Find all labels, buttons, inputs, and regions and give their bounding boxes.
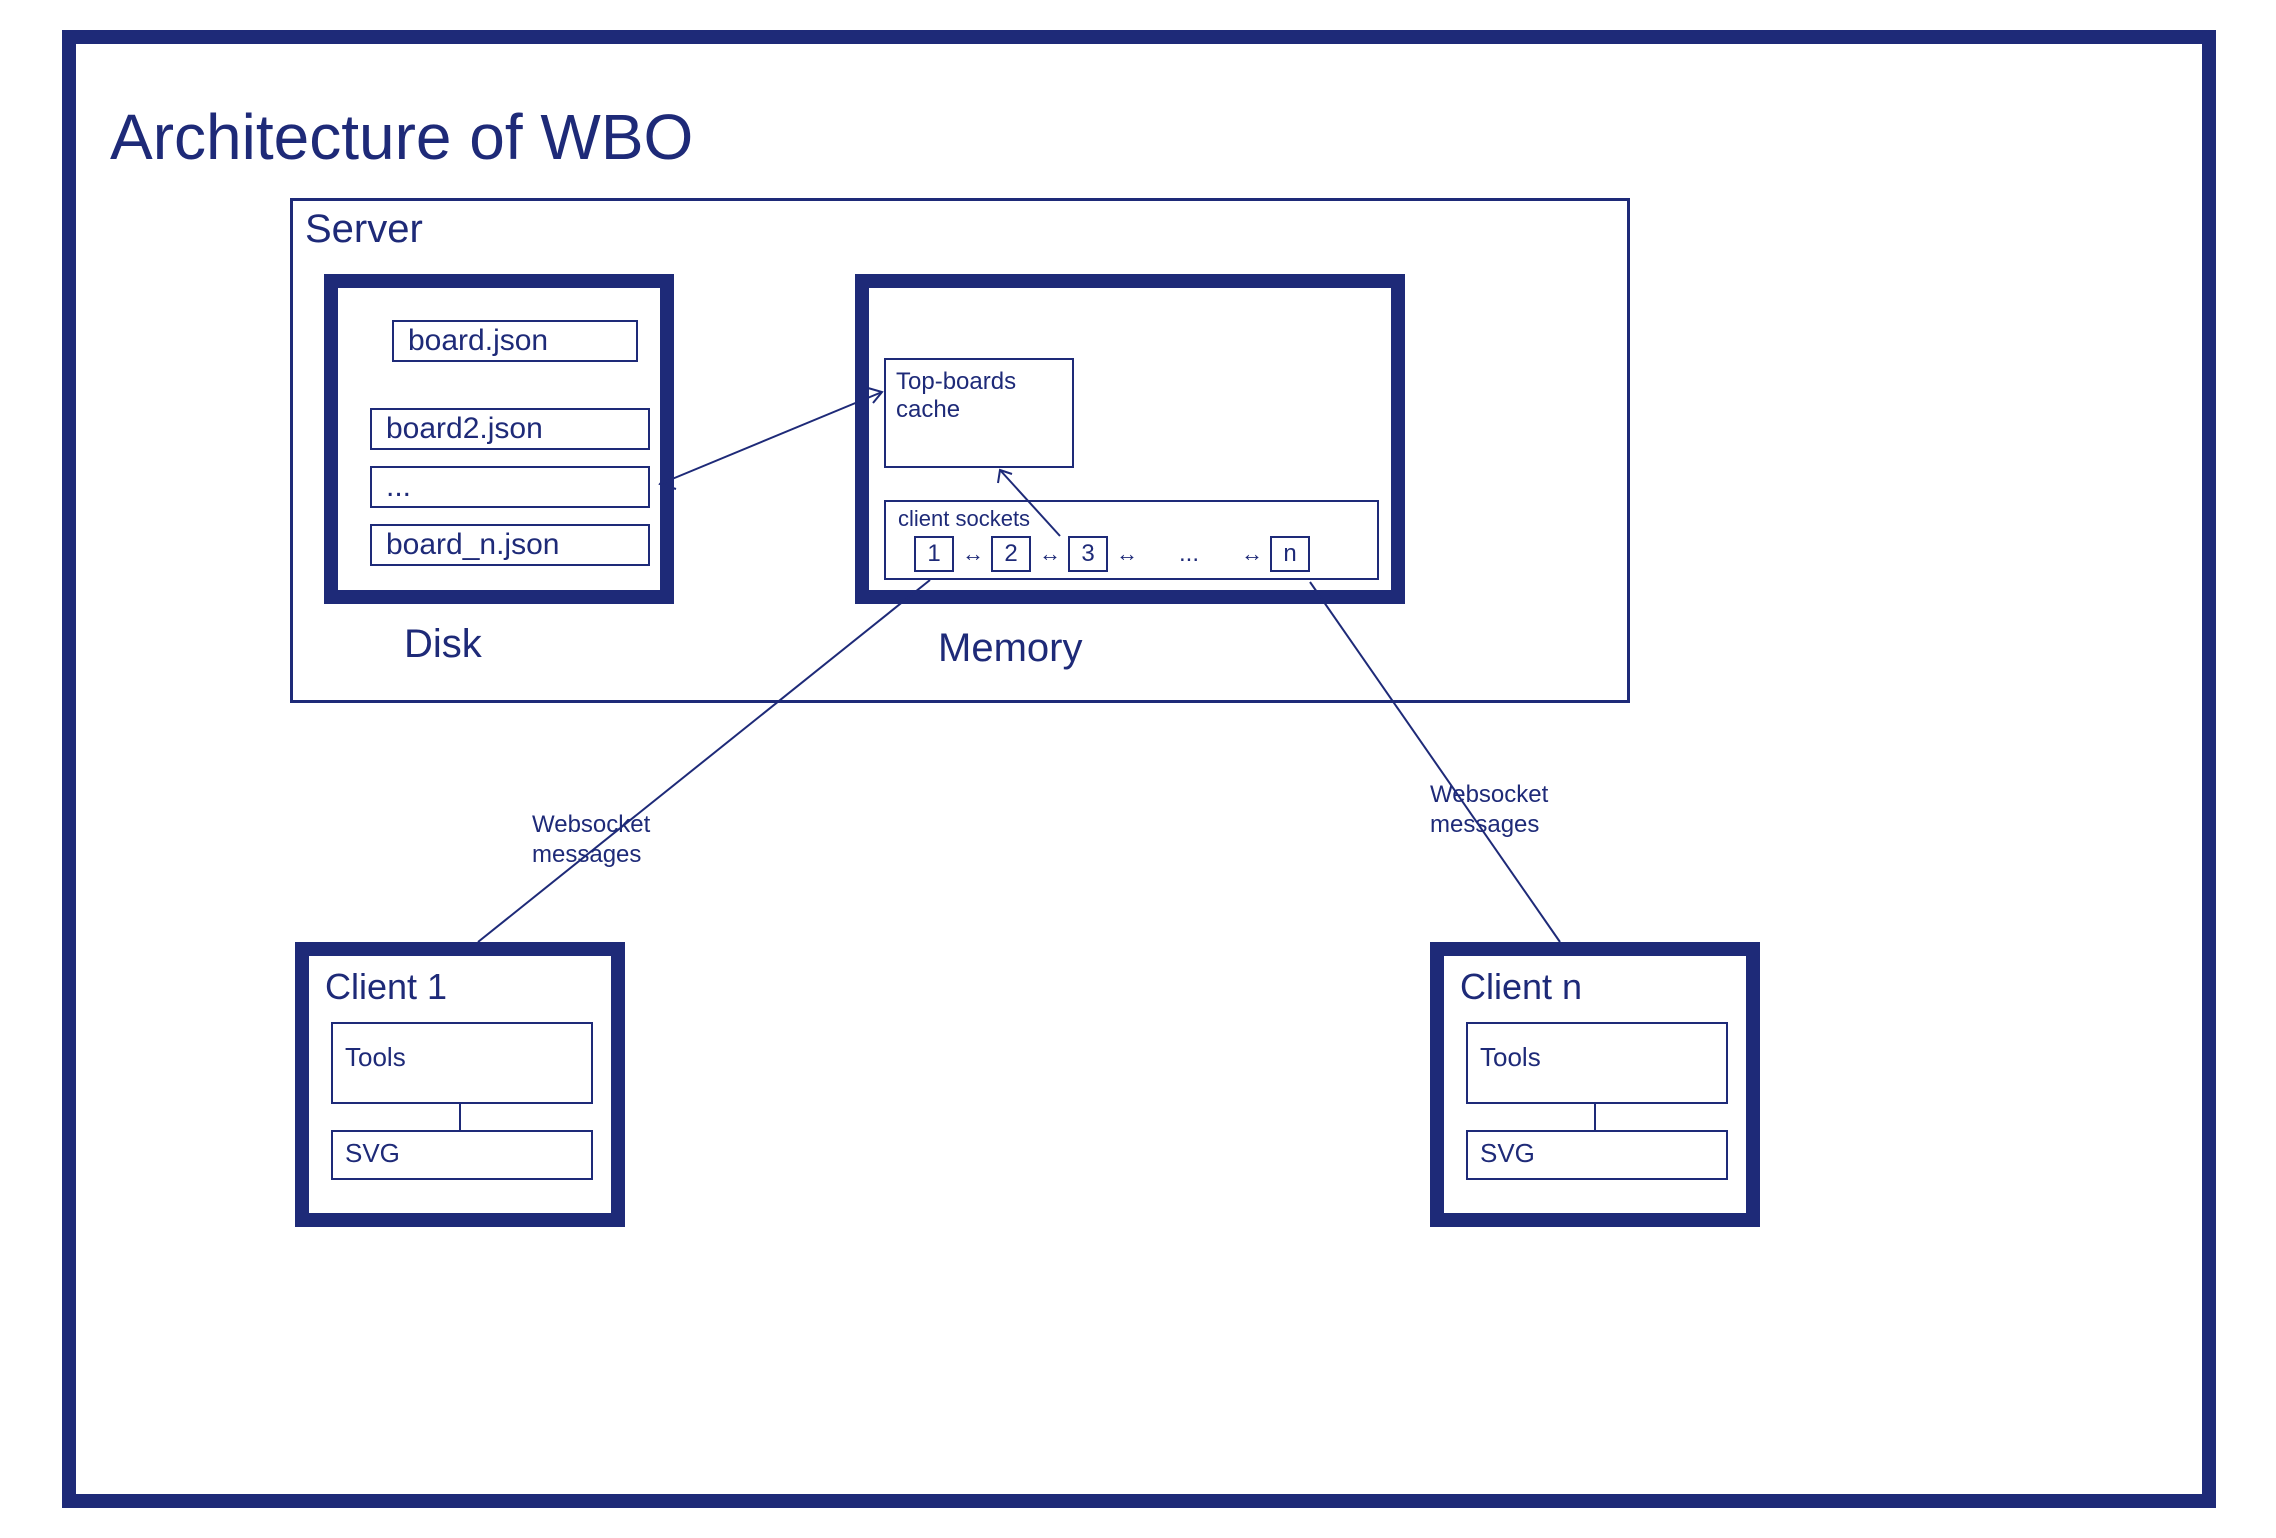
websocket-label-1: Websocketmessages	[532, 810, 650, 870]
memory-label: Memory	[938, 626, 1082, 671]
client-sockets-box: client sockets 1 ↔ 2 ↔ 3 ↔ ... ↔ n	[884, 500, 1379, 580]
client-n-title: Client n	[1460, 966, 1582, 1008]
disk-file-1: board2.json	[370, 408, 650, 450]
diagram-canvas: Architecture of WBO Server Disk board.js…	[0, 0, 2276, 1538]
bidi-arrow-icon: ↔	[1039, 541, 1060, 567]
socket-2: 2	[991, 536, 1031, 572]
bidi-arrow-icon: ↔	[962, 541, 983, 567]
bidi-arrow-icon: ↔	[1241, 541, 1262, 567]
disk-label: Disk	[404, 622, 482, 667]
disk-file-2: ...	[370, 466, 650, 508]
client-n-box: Client n Tools SVG	[1430, 942, 1760, 1227]
bidi-arrow-icon: ↔	[1116, 541, 1137, 567]
client-n-tools: Tools	[1466, 1022, 1728, 1104]
websocket-label-n: Websocketmessages	[1430, 780, 1548, 840]
client-1-title: Client 1	[325, 966, 447, 1008]
client-1-svg: SVG	[331, 1130, 593, 1180]
client-1-connector	[459, 1104, 461, 1130]
client-n-connector	[1594, 1104, 1596, 1130]
disk-file-0: board.json	[392, 320, 638, 362]
client-n-svg: SVG	[1466, 1130, 1728, 1180]
client-sockets-label: client sockets	[898, 506, 1030, 532]
socket-3: 3	[1068, 536, 1108, 572]
socket-1: 1	[914, 536, 954, 572]
socket-ellipsis: ...	[1145, 540, 1233, 568]
socket-n: n	[1270, 536, 1310, 572]
client-1-box: Client 1 Tools SVG	[295, 942, 625, 1227]
disk-file-3: board_n.json	[370, 524, 650, 566]
diagram-title: Architecture of WBO	[110, 100, 693, 174]
cache-box: Top-boardscache	[884, 358, 1074, 468]
client-1-tools: Tools	[331, 1022, 593, 1104]
socket-row: 1 ↔ 2 ↔ 3 ↔ ... ↔ n	[914, 536, 1310, 572]
server-title: Server	[305, 207, 423, 252]
